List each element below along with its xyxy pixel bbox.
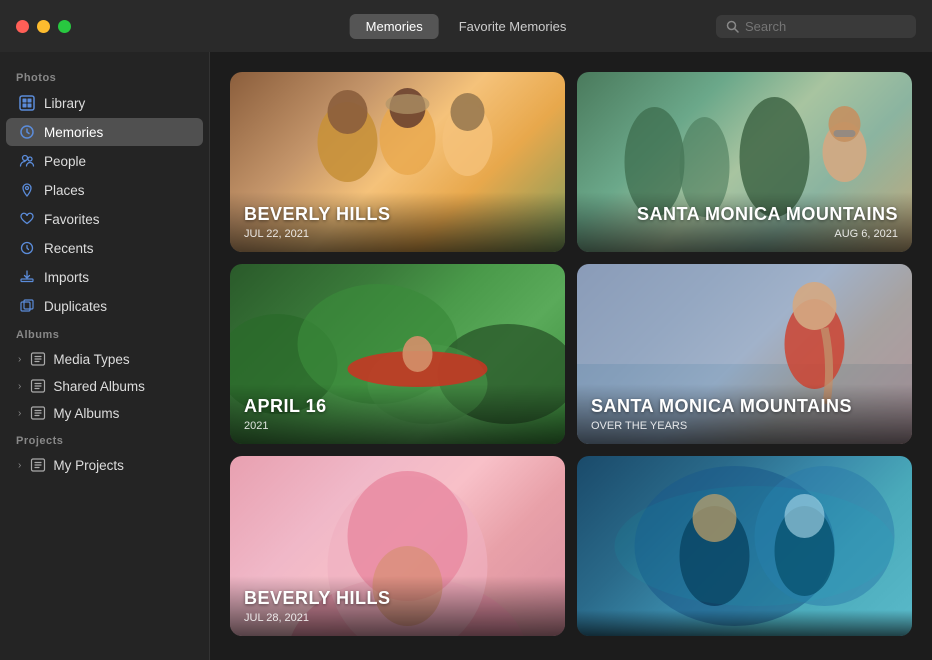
memories-content: BEVERLY HILLS JUL 22, 2021 <box>210 52 932 660</box>
memory-card-bh1[interactable]: BEVERLY HILLS JUL 22, 2021 <box>230 72 565 252</box>
card-title-sm2: Santa Monica Mountains <box>591 396 898 418</box>
projects-section-label: Projects <box>0 427 209 451</box>
minimize-button[interactable] <box>37 20 50 33</box>
sidebar-group-media-types[interactable]: › Media Types <box>6 346 203 372</box>
card-title-bh2: Beverly Hills <box>244 588 551 610</box>
sidebar-item-duplicates[interactable]: Duplicates <box>6 292 203 320</box>
traffic-lights <box>16 20 71 33</box>
people-icon <box>18 152 36 170</box>
sidebar-group-my-albums[interactable]: › My Albums <box>6 400 203 426</box>
sidebar-item-imports[interactable]: Imports <box>6 263 203 291</box>
memory-card-apr[interactable]: APRIL 16 2021 <box>230 264 565 444</box>
sidebar-item-memories[interactable]: Memories <box>6 118 203 146</box>
memory-card-c6[interactable] <box>577 456 912 636</box>
tab-favorite-memories[interactable]: Favorite Memories <box>443 14 583 39</box>
card-subtitle-bh1: JUL 22, 2021 <box>244 228 551 240</box>
card-subtitle-apr: 2021 <box>244 420 551 432</box>
sidebar-item-recents[interactable]: Recents <box>6 234 203 262</box>
sidebar-group-shared-albums[interactable]: › Shared Albums <box>6 373 203 399</box>
card-overlay-bh1: BEVERLY HILLS JUL 22, 2021 <box>230 192 565 252</box>
albums-section-label: Albums <box>0 321 209 345</box>
library-icon <box>18 94 36 112</box>
sidebar-item-library-label: Library <box>44 96 85 111</box>
imports-icon <box>18 268 36 286</box>
favorites-icon <box>18 210 36 228</box>
sidebar-item-places-label: Places <box>44 183 85 198</box>
search-input[interactable] <box>745 19 906 34</box>
maximize-button[interactable] <box>58 20 71 33</box>
main: Photos Library Memories People <box>0 52 932 660</box>
shared-albums-icon <box>29 377 47 395</box>
chevron-right-icon-3: › <box>18 408 21 419</box>
memory-card-bh2[interactable]: Beverly Hills JUL 28, 2021 <box>230 456 565 636</box>
sidebar: Photos Library Memories People <box>0 52 210 660</box>
card-overlay-c6 <box>577 610 912 636</box>
sidebar-item-recents-label: Recents <box>44 241 94 256</box>
memory-card-sm1[interactable]: Santa Monica Mountains AUG 6, 2021 <box>577 72 912 252</box>
sidebar-item-favorites-label: Favorites <box>44 212 100 227</box>
titlebar-tabs: Memories Favorite Memories <box>350 14 583 39</box>
sidebar-item-people-label: People <box>44 154 86 169</box>
chevron-right-icon-4: › <box>18 460 21 471</box>
tab-memories[interactable]: Memories <box>350 14 439 39</box>
sidebar-item-places[interactable]: Places <box>6 176 203 204</box>
recents-icon <box>18 239 36 257</box>
sidebar-item-memories-label: Memories <box>44 125 103 140</box>
card-title-sm1: Santa Monica Mountains <box>591 204 898 226</box>
sidebar-group-my-projects-label: My Projects <box>53 458 124 473</box>
places-icon <box>18 181 36 199</box>
memories-icon <box>18 123 36 141</box>
card-overlay-bh2: Beverly Hills JUL 28, 2021 <box>230 576 565 636</box>
my-albums-icon <box>29 404 47 422</box>
chevron-right-icon: › <box>18 354 21 365</box>
media-types-icon <box>29 350 47 368</box>
card-overlay-sm1: Santa Monica Mountains AUG 6, 2021 <box>577 192 912 252</box>
card-overlay-sm2: Santa Monica Mountains OVER THE YEARS <box>577 384 912 444</box>
close-button[interactable] <box>16 20 29 33</box>
sidebar-item-library[interactable]: Library <box>6 89 203 117</box>
search-icon <box>726 20 739 33</box>
card-subtitle-sm1: AUG 6, 2021 <box>591 228 898 240</box>
chevron-right-icon-2: › <box>18 381 21 392</box>
my-projects-icon <box>29 456 47 474</box>
memory-card-sm2[interactable]: Santa Monica Mountains OVER THE YEARS <box>577 264 912 444</box>
photos-section-label: Photos <box>0 64 209 88</box>
sidebar-group-shared-albums-label: Shared Albums <box>53 379 145 394</box>
card-background-c6 <box>577 456 912 636</box>
titlebar: Memories Favorite Memories <box>0 0 932 52</box>
card-subtitle-sm2: OVER THE YEARS <box>591 420 898 432</box>
card-title-apr: APRIL 16 <box>244 396 551 418</box>
sidebar-item-duplicates-label: Duplicates <box>44 299 107 314</box>
sidebar-item-people[interactable]: People <box>6 147 203 175</box>
sidebar-group-media-types-label: Media Types <box>53 352 129 367</box>
card-subtitle-bh2: JUL 28, 2021 <box>244 612 551 624</box>
sidebar-item-imports-label: Imports <box>44 270 89 285</box>
sidebar-group-my-projects[interactable]: › My Projects <box>6 452 203 478</box>
sidebar-item-favorites[interactable]: Favorites <box>6 205 203 233</box>
duplicates-icon <box>18 297 36 315</box>
card-overlay-apr: APRIL 16 2021 <box>230 384 565 444</box>
memories-grid: BEVERLY HILLS JUL 22, 2021 <box>230 72 912 636</box>
card-title-bh1: BEVERLY HILLS <box>244 204 551 226</box>
search-box[interactable] <box>716 15 916 38</box>
sidebar-group-my-albums-label: My Albums <box>53 406 119 421</box>
